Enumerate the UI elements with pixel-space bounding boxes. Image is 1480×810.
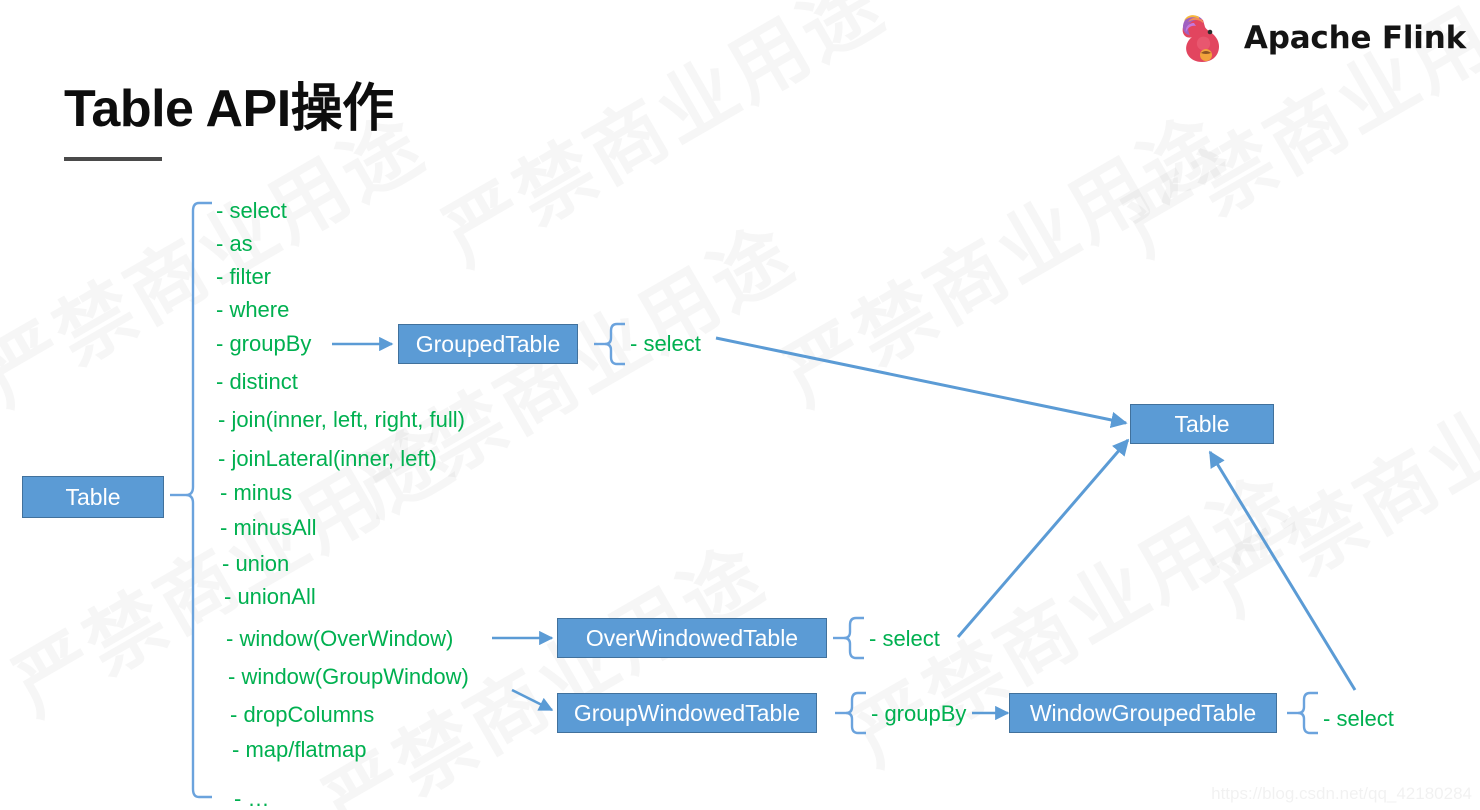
method-item: - joinLateral(inner, left) (218, 446, 437, 471)
arrow-groupwindow-to-groupwindowedtable (511, 688, 554, 712)
slide-canvas: 严禁商业用途 严禁商业用途 严禁商业用途 严禁商业用途 严禁商业用途 严禁商业用… (0, 0, 1480, 810)
branch-label-grouped-select: - select (630, 331, 701, 356)
node-over-windowed-table[interactable]: OverWindowedTable (557, 618, 827, 658)
method-item: - as (216, 231, 253, 256)
node-window-grouped-table[interactable]: WindowGroupedTable (1009, 693, 1277, 733)
method-item: - window(OverWindow) (226, 626, 454, 651)
method-item: - … (234, 786, 270, 810)
method-item: - filter (216, 264, 271, 289)
window-grouped-brace (1287, 691, 1318, 735)
arrow-overwindowedselect-to-table (956, 438, 1130, 638)
method-item: - unionAll (224, 584, 316, 609)
method-item: - where (216, 297, 290, 322)
over-windowed-brace (833, 616, 864, 660)
arrow-windowgroupedselect-to-table (1208, 450, 1357, 691)
node-grouped-table[interactable]: GroupedTable (398, 324, 578, 364)
node-result-table[interactable]: Table (1130, 404, 1274, 444)
method-item: - distinct (216, 369, 298, 394)
brand-name: Apache Flink (1243, 20, 1466, 56)
method-item: - select (216, 198, 287, 223)
method-item: - minus (220, 480, 293, 505)
arrow-groupedselect-to-table (715, 336, 1128, 429)
method-item: - join(inner, left, right, full) (218, 407, 465, 432)
method-item: - map/flatmap (232, 737, 367, 762)
method-item: - minusAll (220, 515, 317, 540)
page-title: Table API操作 (64, 80, 394, 138)
branch-label-over-windowed-select: - select (869, 626, 940, 651)
grouped-table-brace (594, 322, 625, 366)
method-item: - window(GroupWindow) (228, 664, 469, 689)
node-group-windowed-table[interactable]: GroupWindowedTable (557, 693, 817, 733)
method-item: - dropColumns (230, 702, 375, 727)
group-windowed-brace (835, 691, 866, 735)
brand-header: Apache Flink (1172, 10, 1466, 66)
method-item: - groupBy (216, 331, 312, 356)
branch-label-window-grouped-select: - select (1323, 706, 1394, 731)
method-item: - union (222, 551, 290, 576)
footer-url: https://blog.csdn.net/qq_42180284 (1211, 784, 1472, 803)
node-source-table[interactable]: Table (22, 476, 164, 518)
title-underline (64, 157, 162, 161)
main-brace (170, 201, 212, 799)
branch-label-group-windowed-groupby: - groupBy (871, 701, 967, 726)
flink-squirrel-icon (1172, 10, 1230, 66)
